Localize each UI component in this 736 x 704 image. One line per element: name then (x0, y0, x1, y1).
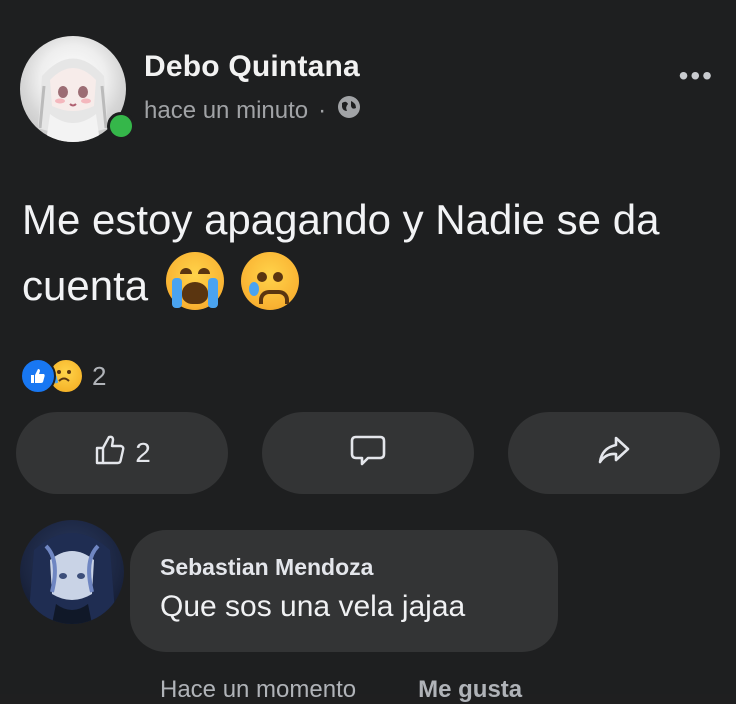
sad-but-relieved-face-icon (241, 252, 300, 310)
comment-time[interactable]: Hace un momento (160, 676, 356, 704)
comment-text: Que sos una vela jajaa (160, 590, 466, 623)
reactions-summary[interactable]: 2 (20, 358, 106, 394)
post-author-name[interactable]: Debo Quintana (144, 50, 360, 84)
reaction-count[interactable]: 2 (92, 361, 106, 392)
online-status-dot (107, 112, 135, 140)
like-reaction-icon (20, 358, 56, 394)
post-time[interactable]: hace un minuto (144, 97, 308, 125)
post-actions: 2 (16, 412, 720, 494)
share-button[interactable] (508, 412, 720, 494)
like-button[interactable]: 2 (16, 412, 228, 494)
loudly-crying-face-icon (165, 252, 224, 310)
post-card: Debo Quintana hace un minuto · ••• Me es… (0, 0, 736, 703)
post-meta: hace un minuto · (144, 94, 362, 127)
meta-separator: · (318, 96, 327, 124)
comment-like-button[interactable]: Me gusta (418, 676, 522, 704)
globe-icon (336, 94, 362, 127)
comment-author-name[interactable]: Sebastian Mendoza (160, 554, 373, 581)
comment-bubble-icon (348, 430, 388, 477)
commenter-avatar[interactable] (20, 520, 124, 624)
like-count: 2 (135, 437, 151, 468)
more-options-icon[interactable]: ••• (679, 60, 714, 92)
thumbs-up-icon (93, 432, 129, 475)
post-text: Me estoy apagando y Nadie se da cuenta (22, 188, 722, 318)
comment-footer: Hace un momento Me gusta (160, 676, 522, 704)
post-text-content: Me estoy apagando y Nadie se da cuenta (22, 196, 660, 309)
share-arrow-icon (594, 430, 634, 477)
comment-button[interactable] (262, 412, 474, 494)
